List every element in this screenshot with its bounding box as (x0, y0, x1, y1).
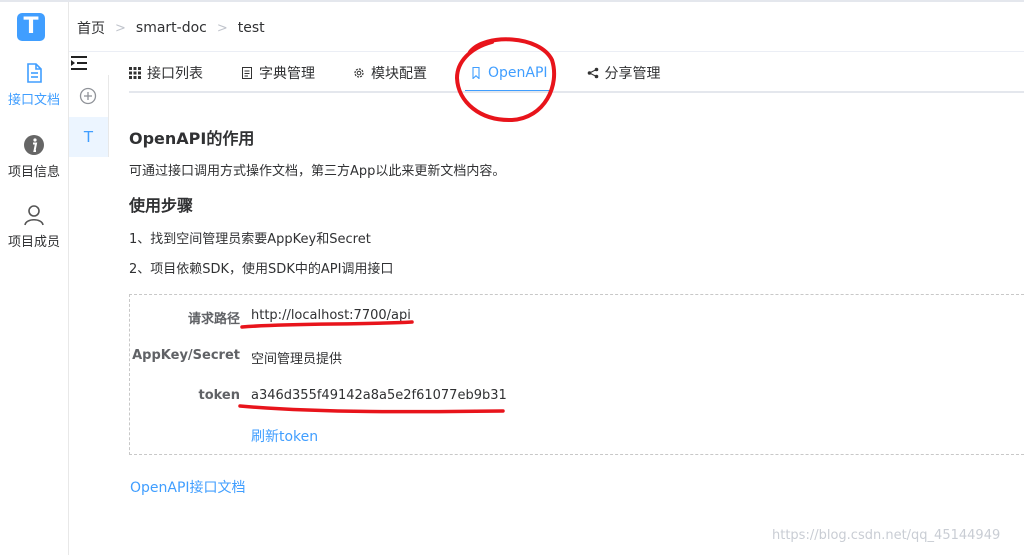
request-path-label: 请求路径 (187, 312, 240, 327)
sidebar-item-label: 项目成员 (7, 235, 60, 250)
appkey-value: 空间管理员提供 (251, 352, 343, 367)
tab-label: OpenAPI (488, 65, 548, 81)
step-item: 2、项目依赖SDK，使用SDK中的API调用接口 (129, 262, 394, 277)
sidebar-item-project-info[interactable]: 项目信息 (0, 134, 68, 180)
tab-label: 模块配置 (371, 66, 427, 82)
top-border (0, 0, 1024, 2)
file-icon (242, 67, 252, 79)
tab-module-config[interactable]: 模块配置 (353, 56, 427, 90)
breadcrumb-current: test (237, 20, 265, 36)
sidebar-item-label: 接口文档 (7, 93, 60, 108)
section-description: 可通过接口调用方式操作文档，第三方App以此来更新文档内容。 (129, 164, 506, 179)
sidebar: T 接口文档 项目信息 项目成员 (0, 2, 69, 555)
tab-dictionary[interactable]: 字典管理 (241, 56, 315, 90)
appkey-label: AppKey/Secret (132, 348, 240, 363)
breadcrumb-home[interactable]: 首页 (77, 18, 105, 38)
share-icon (587, 67, 598, 79)
app-logo[interactable]: T (17, 13, 45, 41)
chevron-right-icon: > (216, 20, 228, 36)
gear-icon (354, 68, 364, 78)
sidebar-item-label: 项目信息 (7, 165, 60, 180)
tabs-divider (129, 91, 1024, 93)
chevron-right-icon: > (115, 20, 126, 36)
header-divider (69, 51, 1024, 52)
refresh-token-link[interactable]: 刷新token (251, 426, 318, 446)
doc-tree-panel: T (69, 75, 109, 157)
sidebar-item-project-members[interactable]: 项目成员 (0, 204, 68, 250)
tab-share[interactable]: 分享管理 (587, 56, 661, 90)
user-icon (24, 205, 44, 226)
openapi-doc-link[interactable]: OpenAPI接口文档 (130, 477, 246, 497)
tab-label: 字典管理 (259, 66, 315, 82)
sidebar-item-api-docs[interactable]: 接口文档 (0, 62, 68, 108)
collapse-menu-icon[interactable] (70, 55, 88, 71)
add-circle-icon[interactable] (79, 87, 97, 105)
step-item: 1、找到空间管理员索要AppKey和Secret (129, 232, 371, 247)
grid-icon (129, 67, 141, 79)
tab-bar: 接口列表 字典管理 模块配置 OpenAPI 分享管理 (129, 56, 699, 92)
openapi-info-box: 请求路径 http://localhost:7700/api AppKey/Se… (129, 294, 1024, 455)
tree-item[interactable]: T (69, 117, 108, 157)
section-title: OpenAPI的作用 (129, 129, 255, 148)
steps-title: 使用步骤 (129, 196, 194, 215)
watermark: https://blog.csdn.net/qq_45144949 (772, 528, 1001, 543)
breadcrumb: 首页 > smart-doc > test (77, 18, 265, 38)
token-label: token (198, 388, 240, 403)
tab-label: 接口列表 (147, 66, 203, 82)
info-icon (24, 135, 44, 155)
document-icon (27, 63, 42, 83)
breadcrumb-project[interactable]: smart-doc (136, 20, 207, 36)
request-path-value: http://localhost:7700/api (251, 308, 411, 323)
bookmark-icon (472, 67, 480, 79)
tab-label: 分享管理 (604, 66, 661, 82)
tab-openapi[interactable]: OpenAPI (465, 56, 553, 92)
token-value: a346d355f49142a8a5e2f61077eb9b31 (251, 388, 507, 403)
tab-api-list[interactable]: 接口列表 (129, 56, 203, 90)
